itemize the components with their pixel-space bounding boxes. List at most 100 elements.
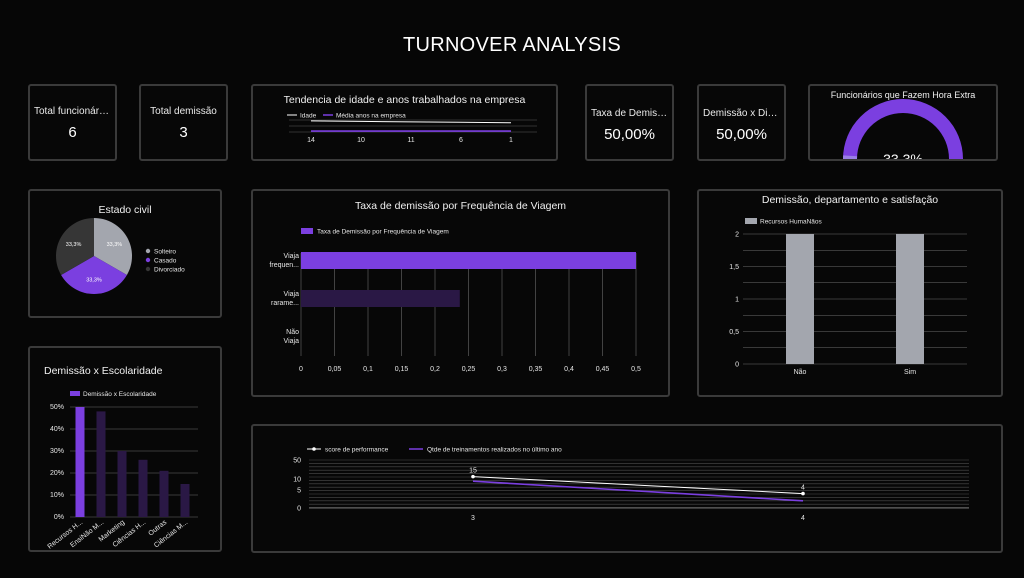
estado-civil-slice-label: 33,3% xyxy=(86,278,102,284)
tendencia-chart: Idade Média anos na empresa 14 10 11 6 1 xyxy=(287,113,537,144)
estado-civil-legend-dot xyxy=(145,248,151,254)
performance-legend-label: Qtde de treinamentos realizados no últim… xyxy=(427,447,562,454)
hora-extra-gauge-arc-nao xyxy=(843,99,963,159)
departamento-chart: Recursos HumaNãos 0 0,5 1 1,5 2 Não Sim xyxy=(729,218,967,376)
tendencia-x-tick: 14 xyxy=(307,137,315,144)
departamento-x-tick: Não xyxy=(794,369,807,376)
kpi-card-demissao-distancia[interactable]: Demissão x Dist... 50,00% xyxy=(697,84,786,161)
departamento-y-tick: 0 xyxy=(735,362,739,369)
kpi-card-total-demissao[interactable]: Total demissão 3 xyxy=(139,84,228,161)
departamento-bar xyxy=(896,234,924,364)
kpi-value: 50,00% xyxy=(716,126,767,143)
performance-point-label: 4 xyxy=(801,485,805,492)
estado-civil-legend-label: Solteiro xyxy=(154,249,176,256)
kpi-label: Total demissão xyxy=(150,106,217,117)
departamento-y-tick: 2 xyxy=(735,232,739,239)
escolaridade-y-tick: 50% xyxy=(50,404,64,411)
performance-chart: score de performance Qtde de treinamentos… xyxy=(293,447,969,522)
viagem-y-tick: Viaja xyxy=(284,291,300,298)
departamento-chart-card[interactable]: Demissão, departamento e satisfação Recu… xyxy=(697,189,1003,397)
performance-point-label: 15 xyxy=(469,468,477,475)
viagem-bar xyxy=(301,290,460,307)
tendencia-x-tick: 10 xyxy=(357,137,365,144)
viagem-x-tick: 0,35 xyxy=(529,366,543,373)
performance-y-tick: 5 xyxy=(297,488,301,495)
departamento-x-tick: Sim xyxy=(904,369,916,376)
viagem-x-tick: 0,2 xyxy=(430,366,440,373)
viagem-x-tick: 0,25 xyxy=(462,366,476,373)
kpi-card-total-funcionarios[interactable]: Total funcionários 6 xyxy=(28,84,117,161)
escolaridade-legend-label: Demissão x Escolaridade xyxy=(83,391,157,398)
escolaridade-bar xyxy=(159,470,169,517)
performance-legend-label: score de performance xyxy=(325,447,389,454)
kpi-value: 50,00% xyxy=(604,126,655,143)
performance-y-tick: 50 xyxy=(293,458,301,465)
viagem-x-tick: 0,05 xyxy=(328,366,342,373)
escolaridade-bar xyxy=(138,459,148,517)
tendencia-series-line-1 xyxy=(310,120,512,124)
hora-extra-card[interactable]: Funcionários que Fazem Hora Extra 33,3% xyxy=(808,84,998,161)
hora-extra-value-label: 33,3% xyxy=(883,151,923,159)
estado-civil-slice-label: 33,3% xyxy=(66,242,82,248)
departamento-y-tick: 1,5 xyxy=(729,264,739,271)
tendencia-legend-label: Média anos na empresa xyxy=(336,113,406,120)
escolaridade-legend-swatch xyxy=(70,391,80,396)
tendencia-x-tick: 6 xyxy=(459,137,463,144)
performance-point xyxy=(471,474,475,479)
escolaridade-chart-card[interactable]: Demissão x Escolaridade Demissão x Escol… xyxy=(28,346,222,552)
departamento-legend-label: Recursos HumaNãos xyxy=(760,219,823,226)
tendencia-x-tick: 1 xyxy=(509,137,513,144)
escolaridade-y-tick: 40% xyxy=(50,426,64,433)
viagem-x-tick: 0,15 xyxy=(395,366,409,373)
kpi-value: 6 xyxy=(68,124,77,141)
viagem-y-tick: frequen... xyxy=(269,262,299,269)
escolaridade-y-tick: 30% xyxy=(50,448,64,455)
departamento-y-tick: 1 xyxy=(735,297,739,304)
performance-point xyxy=(801,491,805,496)
departamento-y-tick: 0,5 xyxy=(729,329,739,336)
dashboard-title: TURNOVER ANALYSIS xyxy=(402,34,622,56)
estado-civil-slice-label: 33,3% xyxy=(107,242,123,248)
viagem-y-tick: rarame... xyxy=(271,300,299,307)
viagem-chart-card[interactable]: Taxa de demissão por Frequência de Viage… xyxy=(251,189,670,397)
estado-civil-legend-dot xyxy=(145,257,151,263)
performance-x-tick: 4 xyxy=(801,515,805,522)
estado-civil-legend-label: Casado xyxy=(154,258,177,265)
viagem-x-tick: 0 xyxy=(299,366,303,373)
kpi-value: 3 xyxy=(179,124,188,141)
escolaridade-y-tick: 0% xyxy=(54,514,64,521)
departamento-bar xyxy=(786,234,814,364)
performance-y-tick: 10 xyxy=(293,477,301,484)
performance-y-tick: 0 xyxy=(297,506,301,513)
kpi-label: Total funcionários xyxy=(34,106,112,117)
escolaridade-bar xyxy=(75,407,85,517)
performance-chart-card[interactable]: score de performance Qtde de treinamentos… xyxy=(251,424,1003,553)
viagem-legend-label: Taxa de Demissão por Frequência de Viage… xyxy=(317,229,449,236)
estado-civil-card[interactable]: Estado civil 33,3% 33,3% 33,3% Solteiro Casa… xyxy=(28,189,222,318)
escolaridade-y-tick: 20% xyxy=(50,470,64,477)
viagem-x-tick: 0,1 xyxy=(363,366,373,373)
escolaridade-chart: Demissão x Escolaridade 0% 10% 20% 30% 40% 50%… xyxy=(47,391,198,550)
viagem-chart: Taxa de Demissão por Frequência de Viage… xyxy=(269,228,641,373)
estado-civil-legend-dot xyxy=(145,266,151,272)
escolaridade-bar xyxy=(117,451,127,517)
viagem-x-tick: 0,4 xyxy=(564,366,574,373)
tendencia-x-tick: 11 xyxy=(407,137,414,144)
viagem-legend-swatch xyxy=(301,228,313,234)
viagem-x-tick: 0,3 xyxy=(497,366,507,373)
performance-legend-dot-score xyxy=(312,447,316,451)
estado-civil-pie: 33,3% 33,3% 33,3% Solteiro Casado Divorciado xyxy=(56,218,185,294)
tendencia-legend-label: Idade xyxy=(300,113,317,120)
escolaridade-bar xyxy=(180,484,190,517)
viagem-x-tick: 0,5 xyxy=(631,366,641,373)
viagem-y-tick: Viaja xyxy=(284,253,300,260)
estado-civil-legend-label: Divorciado xyxy=(154,267,185,274)
kpi-label: Demissão x Dist... xyxy=(703,108,784,119)
viagem-bar xyxy=(301,252,636,269)
departamento-legend-swatch xyxy=(745,218,757,224)
kpi-label: Taxa de Demissã... xyxy=(591,108,672,119)
viagem-x-tick: 0,45 xyxy=(596,366,610,373)
tendencia-chart-card[interactable]: Tendencia de idade e anos trabalhados na… xyxy=(251,84,558,161)
kpi-card-taxa-demissao[interactable]: Taxa de Demissã... 50,00% xyxy=(585,84,674,161)
viagem-y-tick: Viaja xyxy=(284,338,300,345)
